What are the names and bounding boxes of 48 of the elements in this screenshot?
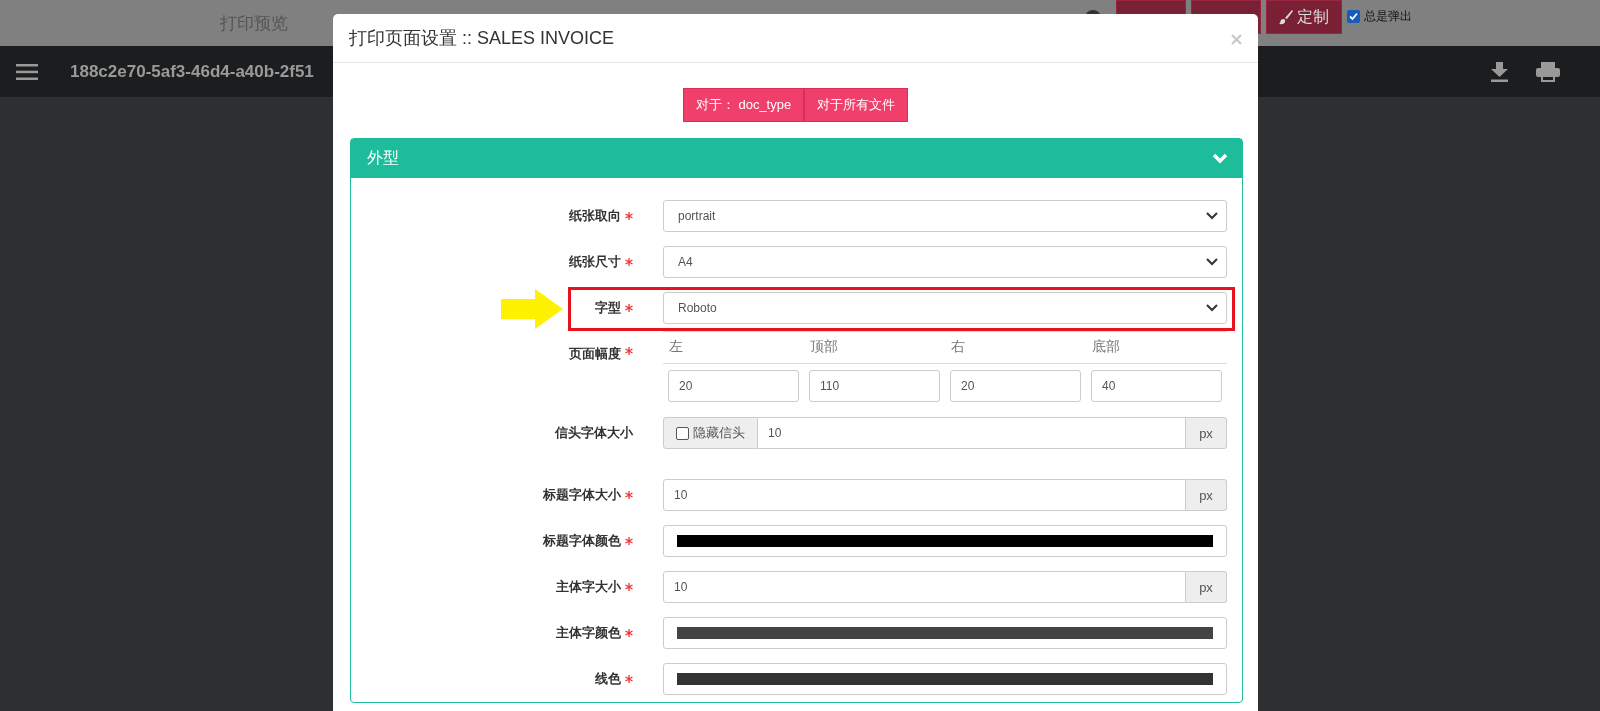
field-label: 主体字大小: [556, 578, 621, 596]
hide-letterhead-checkbox[interactable]: 隐藏信头: [663, 417, 758, 449]
brush-icon: [1279, 9, 1293, 25]
margin-label: 左: [663, 332, 804, 364]
number-input[interactable]: 10: [758, 417, 1186, 449]
field-label: 信头字体大小: [555, 424, 633, 442]
select-field[interactable]: A4: [663, 246, 1227, 278]
field-label: 线色: [595, 670, 621, 688]
color-input[interactable]: [663, 525, 1227, 557]
margin-label: 顶部: [804, 332, 945, 364]
color-input[interactable]: [663, 663, 1227, 695]
close-icon: [1231, 34, 1242, 45]
customize-button[interactable]: 定制: [1266, 0, 1342, 34]
margin-label: 底部: [1086, 332, 1227, 364]
unit-label: px: [1186, 571, 1227, 603]
field-label: 纸张尺寸: [569, 253, 621, 271]
menu-icon[interactable]: [16, 63, 38, 80]
chevron-icon: [1206, 258, 1218, 266]
scope-button[interactable]: 对于： doc_type: [682, 88, 805, 122]
unit-label: px: [1186, 479, 1227, 511]
chevron-icon: [1206, 304, 1218, 312]
select-field[interactable]: portrait: [663, 200, 1227, 232]
document-id: 188c2e70-5af3-46d4-a40b-2f51: [70, 61, 314, 82]
scope-button[interactable]: 对于所有文件: [804, 88, 909, 122]
color-input[interactable]: [663, 617, 1227, 649]
margin-label: 右: [945, 332, 1086, 364]
checkbox[interactable]: [1347, 10, 1360, 23]
arrow-icon: [501, 289, 563, 329]
select-field[interactable]: Roboto: [663, 292, 1227, 324]
unit-label: px: [1186, 417, 1227, 449]
download-icon[interactable]: [1491, 61, 1508, 82]
margin-input[interactable]: 40: [1091, 370, 1222, 402]
field-label: 标题字体大小: [543, 486, 621, 504]
field-label: 标题字体颜色: [543, 532, 621, 550]
margin-input[interactable]: 20: [950, 370, 1081, 402]
checkbox-label: 总是弹出: [1364, 8, 1412, 25]
margin-input[interactable]: 20: [668, 370, 799, 402]
print-icon[interactable]: [1536, 61, 1560, 82]
number-input[interactable]: 10: [663, 479, 1186, 511]
field-label: 字型: [595, 299, 621, 317]
chevron-icon: [1206, 212, 1218, 220]
margin-input[interactable]: 110: [809, 370, 940, 402]
checkbox[interactable]: [676, 426, 689, 440]
number-input[interactable]: 10: [663, 571, 1186, 603]
field-label: 纸张取向: [569, 207, 621, 225]
field-label: 主体字颜色: [556, 624, 621, 642]
field-label: 页面幅度: [569, 345, 621, 363]
dialog-title: 打印页面设置 :: SALES INVOICE: [349, 27, 615, 50]
